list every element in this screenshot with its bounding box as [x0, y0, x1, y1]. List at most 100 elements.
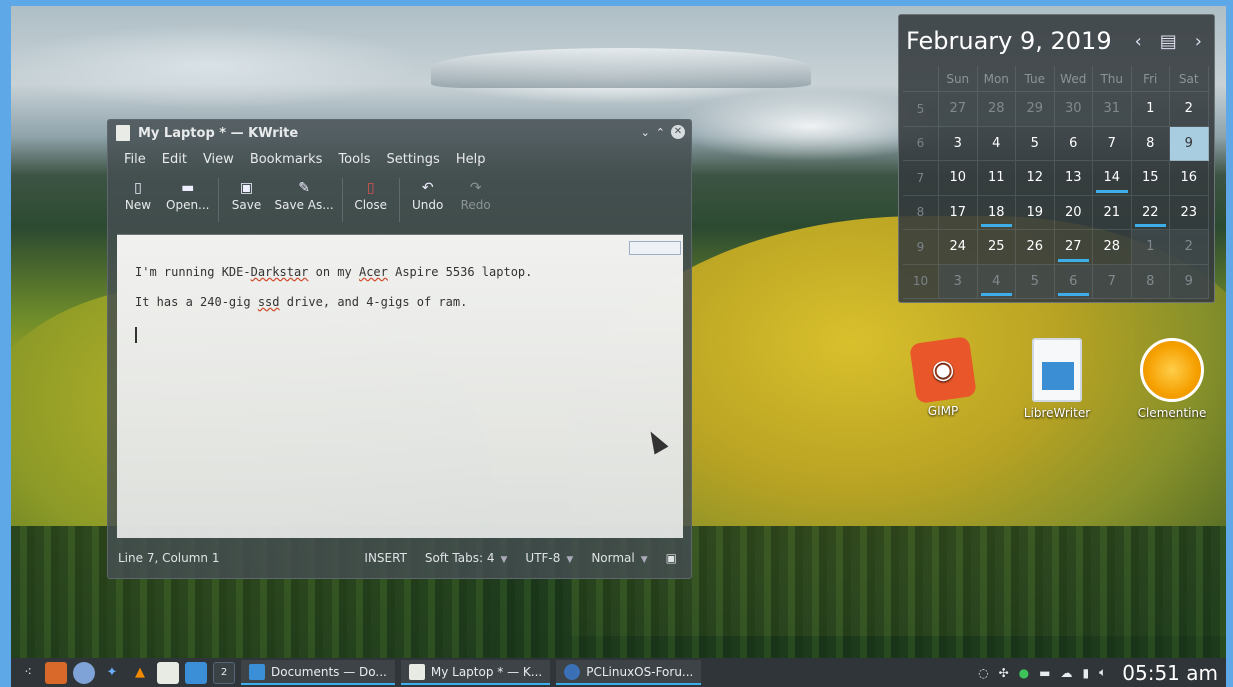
volume-icon[interactable]: 🔈︎ [1099, 665, 1106, 680]
tools-icon[interactable]: ✦ [101, 662, 123, 684]
menu-view[interactable]: View [203, 152, 234, 167]
minimize-icon[interactable]: ⌄ [641, 126, 650, 139]
calendar-day[interactable]: 10 [939, 161, 978, 196]
menu-bookmarks[interactable]: Bookmarks [250, 152, 323, 167]
new-button[interactable]: ▯ New [118, 178, 158, 212]
calendar-day[interactable]: 28 [1093, 230, 1132, 265]
calendar-day[interactable]: 3 [939, 264, 978, 299]
calendar-day[interactable]: 2 [1170, 92, 1209, 127]
calendar-day[interactable]: 2 [1170, 230, 1209, 265]
syntax-mode-dropdown[interactable]: Normal ▼ [591, 551, 647, 565]
calendar-day[interactable]: 26 [1016, 230, 1055, 265]
calendar-day[interactable]: 19 [1016, 195, 1055, 230]
tab-settings-dropdown[interactable]: Soft Tabs: 4 ▼ [425, 551, 507, 565]
desktop-icon-clementine[interactable]: Clementine [1127, 338, 1217, 420]
undo-icon: ↶ [421, 180, 434, 196]
calendar-day[interactable]: 7 [1093, 264, 1132, 299]
calendar-day[interactable]: 15 [1131, 161, 1170, 196]
task-pclinuxos-forum[interactable]: PCLinuxOS-Foru... [556, 660, 702, 685]
save-button[interactable]: ▣ Save [227, 178, 267, 212]
calendar-day[interactable]: 6 [1054, 264, 1093, 299]
calendar-day[interactable]: 16 [1170, 161, 1209, 196]
calendar-day[interactable]: 5 [1016, 126, 1055, 161]
calendar-day[interactable]: 24 [939, 230, 978, 265]
save-as-button[interactable]: ✎ Save As... [275, 178, 334, 212]
calendar-day[interactable]: 20 [1054, 195, 1093, 230]
network-icon[interactable]: ☁ [1060, 666, 1072, 680]
task-documents[interactable]: Documents — Do... [241, 660, 395, 685]
kwrite-window[interactable]: My Laptop * — KWrite ⌄ ⌃ ✕ File Edit Vie… [107, 119, 692, 579]
calendar-day[interactable]: 14 [1093, 161, 1132, 196]
calendar-day[interactable]: 23 [1170, 195, 1209, 230]
browser-icon[interactable] [73, 661, 95, 684]
calendar-today-icon[interactable]: ▤ [1160, 31, 1177, 52]
undo-button[interactable]: ↶ Undo [408, 178, 448, 212]
calendar-day[interactable]: 7 [1093, 126, 1132, 161]
encoding-dropdown[interactable]: UTF-8 ▼ [525, 551, 573, 565]
minimap[interactable] [629, 241, 681, 255]
calendar-day[interactable]: 1 [1131, 92, 1170, 127]
calendar-day[interactable]: 8 [1131, 126, 1170, 161]
menu-tools[interactable]: Tools [338, 152, 370, 167]
calendar-day[interactable]: 27 [939, 92, 978, 127]
text-editor-icon[interactable] [157, 661, 179, 684]
calendar-day[interactable]: 9 [1170, 264, 1209, 299]
folder-icon [249, 663, 265, 680]
device-icon[interactable]: ▮ [1082, 666, 1089, 680]
calendar-date-title[interactable]: February 9, 2019 [906, 27, 1112, 55]
calendar-day[interactable]: 18 [977, 195, 1016, 230]
calendar-day[interactable]: 27 [1054, 230, 1093, 265]
text-editor-area[interactable]: I'm running KDE-Darkstar on my Acer Aspi… [117, 234, 683, 538]
close-button[interactable]: ▯ Close [351, 178, 391, 212]
calendar-day[interactable]: 29 [1016, 92, 1055, 127]
status-bar: Line 7, Column 1 INSERT Soft Tabs: 4 ▼ UT… [108, 546, 691, 570]
calendar-day[interactable]: 22 [1131, 195, 1170, 230]
calendar-day[interactable]: 6 [1054, 126, 1093, 161]
battery-icon[interactable]: ▬ [1039, 666, 1050, 680]
calendar-widget[interactable]: February 9, 2019 ‹ ▤ › Sun Mon Tue Wed Thu Fr… [898, 14, 1215, 303]
file-manager-icon[interactable] [45, 661, 67, 684]
calendar-day[interactable]: 3 [939, 126, 978, 161]
virtual-desktop-pager[interactable]: 2 [213, 661, 235, 684]
calendar-day[interactable]: 25 [977, 230, 1016, 265]
document-settings-icon[interactable]: ▣ [666, 551, 677, 565]
clock[interactable]: 05:51 am [1122, 661, 1218, 685]
application-launcher-icon[interactable]: ⁖ [17, 662, 39, 684]
calendar-day[interactable]: 31 [1093, 92, 1132, 127]
menu-edit[interactable]: Edit [162, 152, 187, 167]
menu-settings[interactable]: Settings [386, 152, 439, 167]
desktop-icon-gimp[interactable]: ◉ GIMP [898, 336, 988, 418]
calendar-day[interactable]: 5 [1016, 264, 1055, 299]
redo-button[interactable]: ↷ Redo [456, 178, 496, 212]
input-mode[interactable]: INSERT [364, 551, 407, 565]
calendar-day[interactable]: 28 [977, 92, 1016, 127]
previous-month-icon[interactable]: ‹ [1135, 31, 1142, 52]
open-button[interactable]: ▬ Open... [166, 178, 210, 212]
calendar-day[interactable]: 17 [939, 195, 978, 230]
misspelled-word: Darkstar [250, 265, 309, 279]
calendar-day[interactable]: 4 [977, 126, 1016, 161]
task-kwrite[interactable]: My Laptop * — K... [400, 660, 551, 685]
menu-file[interactable]: File [124, 152, 146, 167]
calendar-day[interactable]: 1 [1131, 230, 1170, 265]
calendar-day[interactable]: 9 [1170, 126, 1209, 161]
calendar-day[interactable]: 8 [1131, 264, 1170, 299]
calendar-day[interactable]: 21 [1093, 195, 1132, 230]
vlc-icon[interactable]: ▲ [129, 662, 151, 684]
close-window-icon[interactable]: ✕ [671, 125, 685, 139]
calendar-day[interactable]: 4 [977, 264, 1016, 299]
menu-help[interactable]: Help [456, 152, 486, 167]
dropbox-icon[interactable]: ✣ [999, 666, 1009, 680]
updates-ok-icon[interactable]: ● [1019, 666, 1029, 680]
terminal-icon[interactable] [185, 661, 207, 684]
notifications-icon[interactable]: ◌ [978, 666, 988, 680]
calendar-day[interactable]: 13 [1054, 161, 1093, 196]
maximize-icon[interactable]: ⌃ [656, 126, 665, 139]
next-month-icon[interactable]: › [1195, 31, 1202, 52]
calendar-day[interactable]: 12 [1016, 161, 1055, 196]
calendar-day[interactable]: 11 [977, 161, 1016, 196]
window-titlebar[interactable]: My Laptop * — KWrite [108, 120, 691, 146]
desktop-icon-librewriter[interactable]: LibreWriter [1012, 338, 1102, 420]
calendar-day[interactable]: 30 [1054, 92, 1093, 127]
cursor-position[interactable]: Line 7, Column 1 [118, 551, 220, 565]
